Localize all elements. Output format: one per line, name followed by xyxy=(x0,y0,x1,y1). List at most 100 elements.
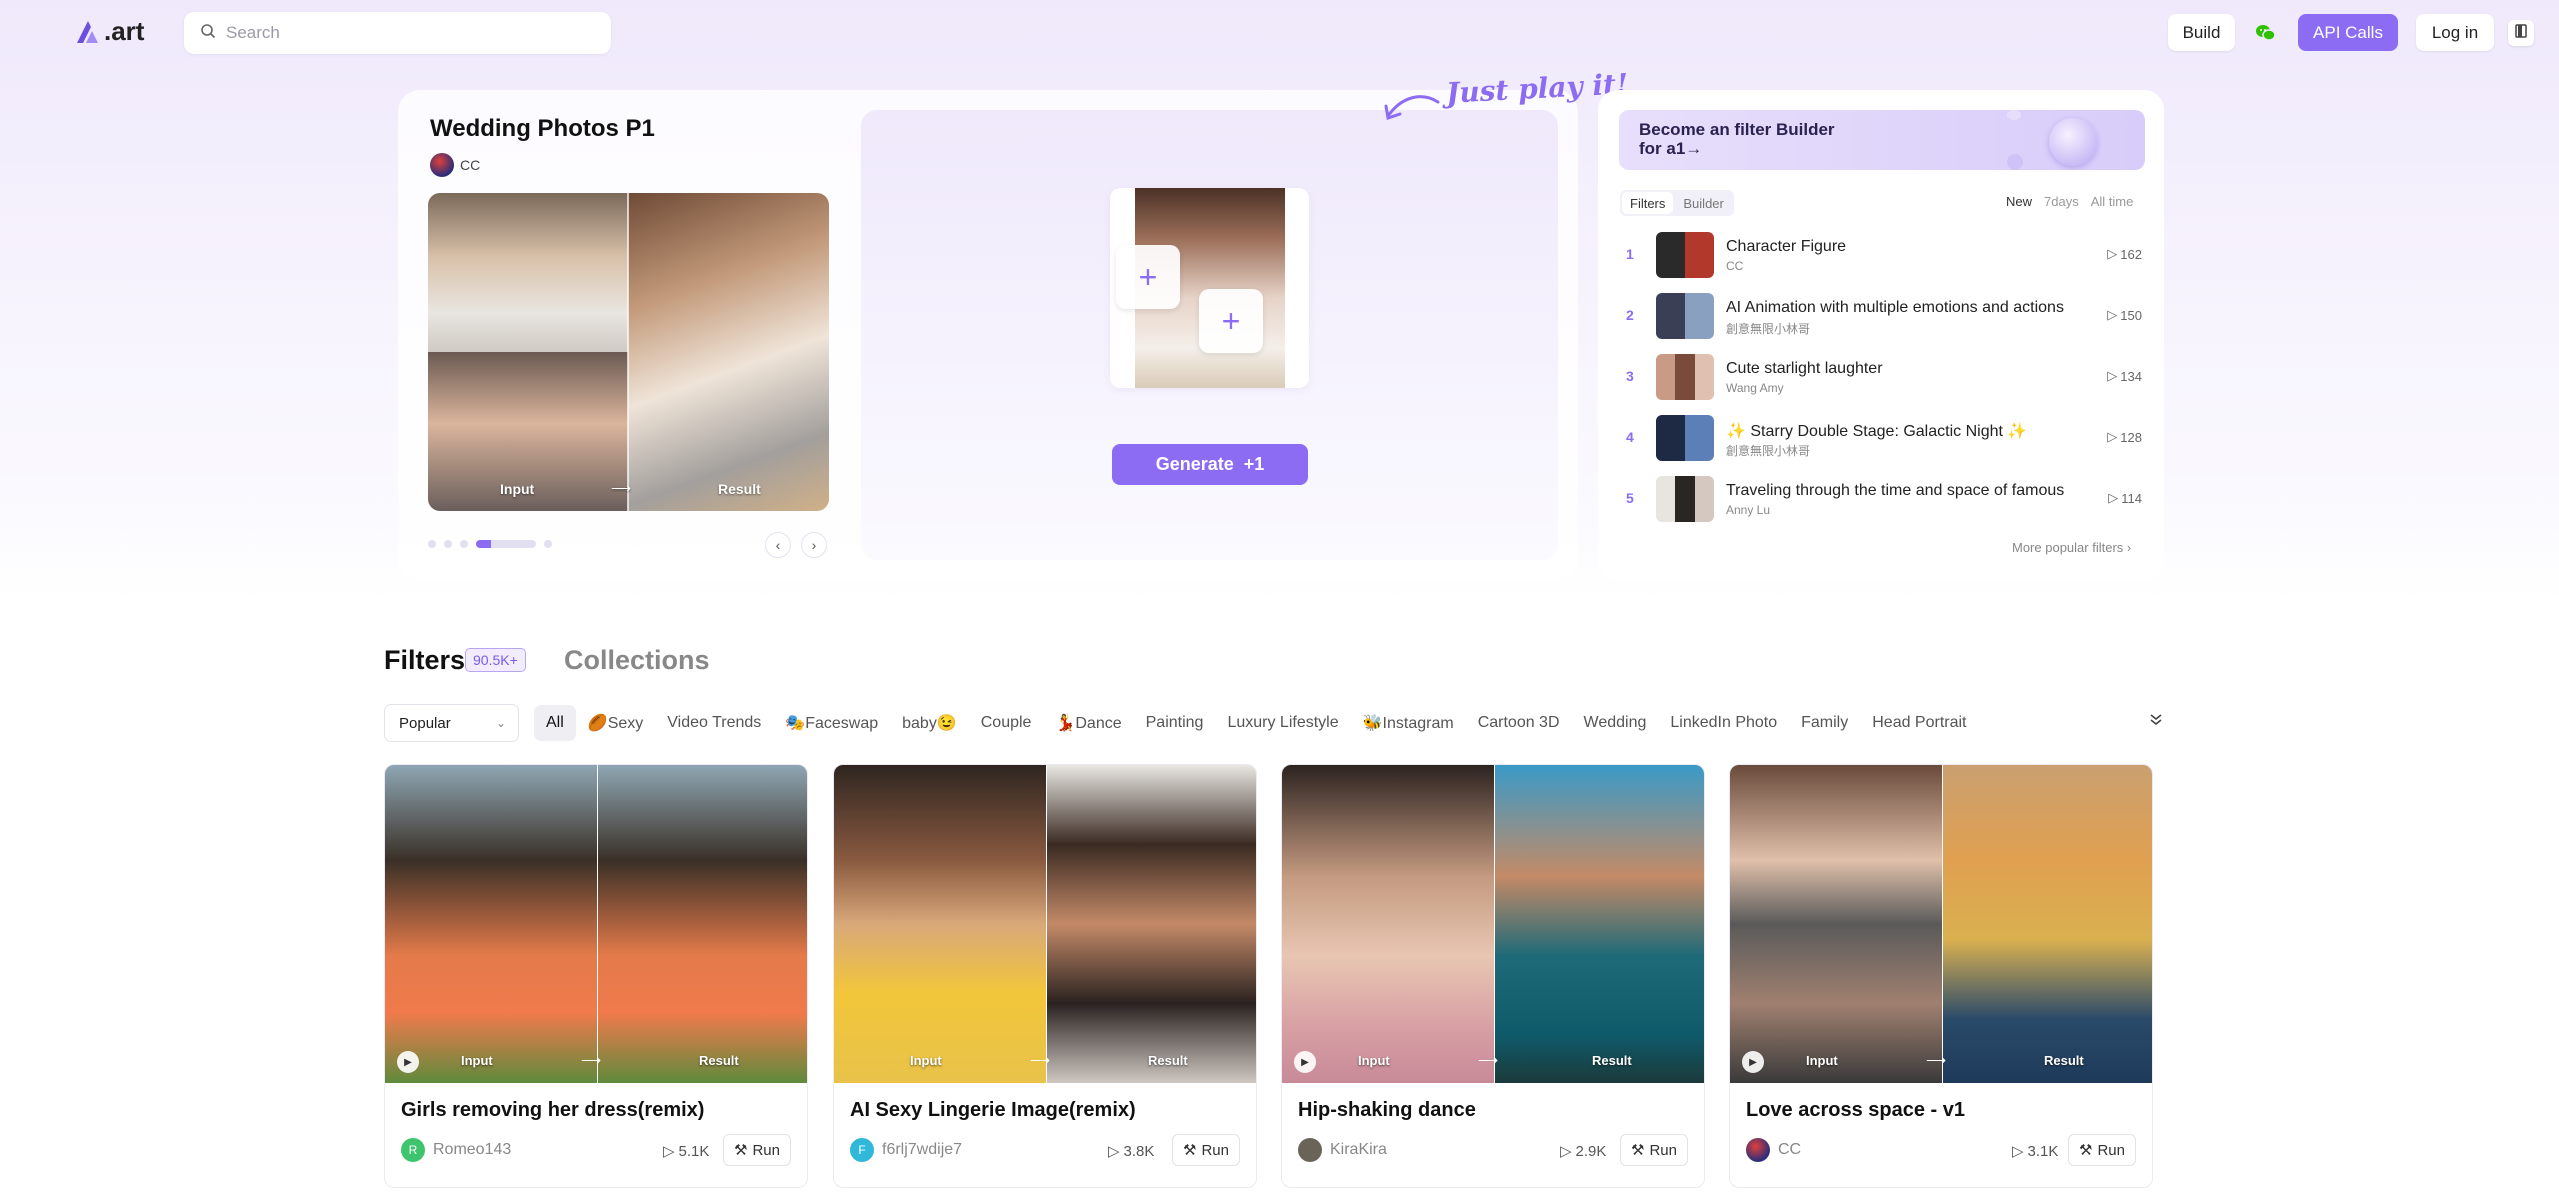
category-couple[interactable]: Couple xyxy=(969,705,1044,741)
carousel-dot[interactable] xyxy=(544,540,552,548)
chevron-down-icon: ⌄ xyxy=(495,716,506,730)
wand-icon: ⚒ xyxy=(734,1142,748,1159)
filter-card[interactable]: Input ⟶ Result AI Sexy Lingerie Image(re… xyxy=(833,764,1257,1188)
card-author[interactable]: KiraKira xyxy=(1298,1138,1387,1162)
login-button[interactable]: Log in xyxy=(2416,14,2494,51)
sort-select[interactable]: Popular ⌄ xyxy=(384,704,519,742)
filter-author: CC xyxy=(1726,259,1744,273)
leaderboard-row[interactable]: 5 Traveling through the time and space o… xyxy=(1620,476,2144,522)
carousel-dot[interactable] xyxy=(428,540,436,548)
run-button[interactable]: ⚒ Run xyxy=(1172,1134,1240,1166)
hero-author[interactable]: CC xyxy=(430,153,480,177)
run-label: Run xyxy=(1201,1141,1229,1159)
category-wedding[interactable]: Wedding xyxy=(1572,705,1659,741)
card-title: AI Sexy Lingerie Image(remix) xyxy=(850,1099,1136,1121)
filter-name: AI Animation with multiple emotions and … xyxy=(1726,299,2064,316)
masks-icon: 🎭 xyxy=(785,715,806,732)
card-author-name: Romeo143 xyxy=(433,1141,512,1158)
expand-categories-icon[interactable] xyxy=(2148,711,2164,732)
category-instagram[interactable]: 🐝Instagram xyxy=(1351,704,1466,742)
run-count-value: 162 xyxy=(2120,246,2142,262)
leaderboard-row[interactable]: 4 ✨ Starry Double Stage: Galactic Night … xyxy=(1620,415,2144,461)
hero-preview-image[interactable]: Input ⟶ Result xyxy=(428,193,829,511)
category-painting[interactable]: Painting xyxy=(1134,705,1216,741)
card-author[interactable]: CC xyxy=(1746,1138,1801,1162)
leaderboard-row[interactable]: 3 Cute starlight laughter Wang Amy ▷ 134 xyxy=(1620,354,2144,400)
period-7days[interactable]: 7days xyxy=(2044,194,2079,209)
builder-banner[interactable]: Become an filter Builder for a1→ xyxy=(1619,110,2145,170)
input-caption: Input xyxy=(500,481,535,497)
tab-builder[interactable]: Builder xyxy=(1675,192,1731,214)
period-switch: New 7days All time xyxy=(2006,194,2133,209)
upload-slot-1[interactable]: + xyxy=(1116,245,1180,309)
more-popular-filters-link[interactable]: More popular filters › xyxy=(2012,540,2131,555)
hero-title[interactable]: Wedding Photos P1 xyxy=(430,115,655,143)
coin-icon xyxy=(2007,154,2023,170)
period-new[interactable]: New xyxy=(2006,194,2032,209)
run-button[interactable]: ⚒ Run xyxy=(2068,1134,2136,1166)
generate-button[interactable]: Generate +1 xyxy=(1112,444,1308,485)
upload-slot-2[interactable]: + xyxy=(1199,289,1263,353)
run-count: ▷ 150 xyxy=(2107,307,2142,323)
run-count: ▷ 134 xyxy=(2107,368,2142,384)
category-baby[interactable]: baby😉 xyxy=(890,704,969,742)
leaderboard-row[interactable]: 1 Character Figure CC ▷ 162 xyxy=(1620,232,2144,278)
play-icon[interactable]: ▶ xyxy=(1742,1051,1764,1073)
search-bar[interactable] xyxy=(184,12,611,54)
arrow-icon: ⟶ xyxy=(611,480,632,496)
category-label: Family xyxy=(1801,714,1849,731)
run-button[interactable]: ⚒ Run xyxy=(723,1134,791,1166)
category-family[interactable]: Family xyxy=(1789,705,1860,741)
card-author[interactable]: F f6rlj7wdije7 xyxy=(850,1138,962,1162)
wechat-icon[interactable] xyxy=(2253,20,2279,46)
leaderboard-row[interactable]: 2 AI Animation with multiple emotions an… xyxy=(1620,293,2144,339)
tab-filters[interactable]: Filters xyxy=(1622,192,1674,214)
filter-card[interactable]: ▶ Input ⟶ Result Love across space - v1 … xyxy=(1729,764,2153,1188)
builder-banner-text: Become an filter Builder for a1→ xyxy=(1639,120,1835,158)
filter-card[interactable]: ▶ Input ⟶ Result Girls removing her dres… xyxy=(384,764,808,1188)
site-logo[interactable]: .art xyxy=(74,16,144,47)
category-dance[interactable]: 💃Dance xyxy=(1043,704,1133,742)
chevron-left-icon: ‹ xyxy=(775,537,781,553)
run-count-value: 134 xyxy=(2120,368,2142,384)
run-button[interactable]: ⚒ Run xyxy=(1620,1134,1688,1166)
search-input[interactable] xyxy=(226,23,586,43)
play-icon: ▷ xyxy=(2107,246,2118,261)
category-faceswap[interactable]: 🎭Faceswap xyxy=(773,704,890,742)
carousel-next-button[interactable]: › xyxy=(801,532,827,558)
api-calls-button[interactable]: API Calls xyxy=(2298,14,2398,51)
card-author[interactable]: R Romeo143 xyxy=(401,1138,511,1162)
play-icon: ▷ xyxy=(1560,1143,1572,1160)
carousel-dot[interactable] xyxy=(444,540,452,548)
play-icon: ▷ xyxy=(2012,1143,2024,1160)
run-label: Run xyxy=(1649,1141,1677,1159)
arrow-icon: ⟶ xyxy=(1030,1052,1051,1068)
filter-author: Wang Amy xyxy=(1726,381,1784,395)
sort-value: Popular xyxy=(399,714,451,732)
rank-number: 3 xyxy=(1626,368,1634,384)
tab-filters-section[interactable]: Filters xyxy=(384,645,465,676)
logo-icon xyxy=(74,18,102,46)
wand-icon: ⚒ xyxy=(1183,1142,1197,1159)
period-all-time[interactable]: All time xyxy=(2091,194,2134,209)
category-head-portrait[interactable]: Head Portrait xyxy=(1860,705,1978,741)
tab-collections-section[interactable]: Collections xyxy=(564,645,710,676)
run-count-value: 128 xyxy=(2120,429,2142,445)
category-luxury-lifestyle[interactable]: Luxury Lifestyle xyxy=(1215,705,1350,741)
category-sexy[interactable]: 🏉Sexy xyxy=(576,704,656,742)
carousel-dot[interactable] xyxy=(460,540,468,548)
run-label: Run xyxy=(752,1141,780,1159)
filter-author: 創意無限小林哥 xyxy=(1726,322,1811,336)
category-all[interactable]: All xyxy=(534,705,576,741)
category-cartoon-3d[interactable]: Cartoon 3D xyxy=(1466,705,1572,741)
build-button[interactable]: Build xyxy=(2168,14,2235,51)
menu-button[interactable] xyxy=(2508,20,2534,46)
category-linkedin-photo[interactable]: LinkedIn Photo xyxy=(1658,705,1789,741)
play-icon[interactable]: ▶ xyxy=(1294,1051,1316,1073)
carousel-dot-active[interactable] xyxy=(476,540,536,548)
category-video-trends[interactable]: Video Trends xyxy=(655,705,773,741)
play-icon[interactable]: ▶ xyxy=(397,1051,419,1073)
run-count: ▷ 128 xyxy=(2107,429,2142,445)
carousel-prev-button[interactable]: ‹ xyxy=(765,532,791,558)
filter-card[interactable]: ▶ Input ⟶ Result Hip-shaking dance KiraK… xyxy=(1281,764,1705,1188)
